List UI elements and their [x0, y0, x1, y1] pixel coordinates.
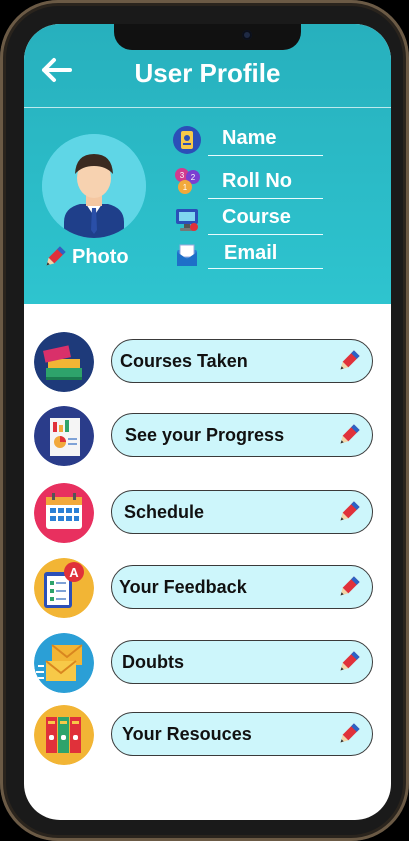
menu-item-see-progress[interactable]: See your Progress	[34, 406, 379, 466]
schedule-button[interactable]: Schedule	[111, 490, 373, 534]
profile-header: User Profile Photo Name 3 2 1 Roll No Co…	[24, 24, 391, 304]
feedback-label: Your Feedback	[119, 577, 247, 597]
pencil-icon[interactable]	[336, 574, 362, 600]
resources-label: Your Resouces	[122, 724, 252, 744]
photo-edit[interactable]: Photo	[42, 244, 129, 270]
see-progress-button[interactable]: See your Progress	[111, 413, 373, 457]
roll-no-underline	[208, 198, 323, 199]
menu-item-doubts[interactable]: Doubts	[34, 633, 379, 693]
calendar-icon	[34, 483, 94, 543]
menu-item-resources[interactable]: Your Resouces	[34, 705, 379, 765]
mail-icon	[34, 633, 94, 693]
id-badge-icon	[173, 126, 201, 154]
phone-notch	[114, 24, 301, 50]
doubts-button[interactable]: Doubts	[111, 640, 373, 684]
avatar[interactable]	[42, 134, 146, 238]
avatar-person-icon	[42, 134, 146, 238]
binders-icon	[34, 705, 94, 765]
doubts-label: Doubts	[122, 652, 184, 672]
email-field[interactable]: Email	[172, 240, 332, 270]
courses-taken-button[interactable]: Courses Taken	[111, 339, 373, 383]
svg-text:3: 3	[180, 171, 185, 180]
resources-button[interactable]: Your Resouces	[111, 712, 373, 756]
courses-taken-label: Courses Taken	[120, 351, 248, 371]
email-label: Email	[224, 242, 278, 264]
see-progress-label: See your Progress	[125, 425, 285, 445]
pencil-icon	[46, 246, 66, 266]
name-field[interactable]: Name	[172, 125, 332, 156]
roll-no-label: Roll No	[222, 170, 292, 192]
name-label: Name	[222, 127, 277, 149]
svg-text:2: 2	[191, 173, 196, 182]
roll-no-field[interactable]: 3 2 1 Roll No	[172, 166, 332, 199]
photo-label: Photo	[72, 245, 129, 268]
schedule-label: Schedule	[124, 502, 205, 522]
menu-item-feedback[interactable]: A Your Feedback	[34, 558, 379, 618]
header-divider	[24, 107, 391, 108]
feedback-icon: A	[34, 558, 94, 618]
pencil-icon[interactable]	[336, 499, 362, 525]
course-underline	[208, 234, 323, 235]
email-underline	[208, 268, 323, 269]
pencil-icon[interactable]	[336, 348, 362, 374]
numbers-icon: 3 2 1	[175, 168, 200, 194]
feedback-button[interactable]: Your Feedback	[111, 565, 373, 609]
page-title: User Profile	[134, 58, 281, 88]
menu-item-courses-taken[interactable]: Courses Taken	[34, 332, 379, 392]
pencil-icon[interactable]	[336, 649, 362, 675]
monitor-icon	[176, 209, 198, 231]
pencil-icon[interactable]	[336, 721, 362, 747]
front-camera	[242, 30, 252, 40]
pencil-icon[interactable]	[336, 422, 362, 448]
menu-item-schedule[interactable]: Schedule	[34, 483, 379, 543]
phone-frame: User Profile Photo Name 3 2 1 Roll No Co…	[0, 0, 409, 841]
course-label: Course	[222, 206, 291, 228]
app-screen: User Profile Photo Name 3 2 1 Roll No Co…	[24, 24, 391, 820]
envelope-icon	[177, 244, 197, 266]
name-underline	[208, 155, 323, 156]
progress-report-icon	[34, 406, 94, 466]
svg-text:A: A	[69, 565, 79, 580]
svg-text:1: 1	[183, 183, 188, 192]
books-icon	[34, 332, 94, 392]
course-field[interactable]: Course	[172, 204, 332, 235]
